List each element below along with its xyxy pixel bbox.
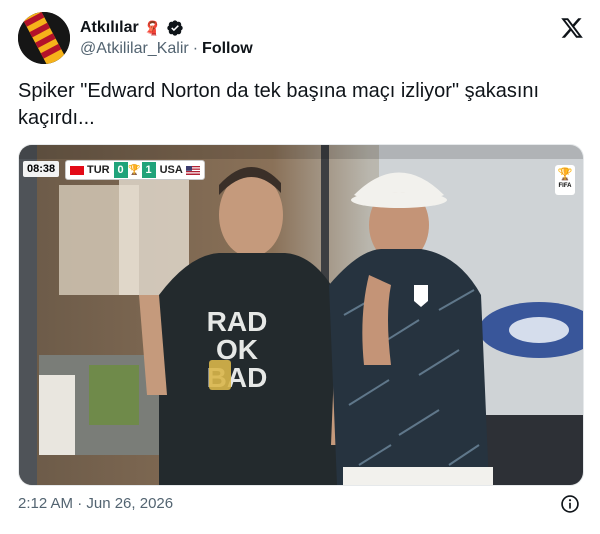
scarf-emoji: 🧣 (143, 19, 162, 36)
match-clock: 08:38 (23, 161, 60, 177)
scoreboard: TUR 0 🏆 1 USA (65, 160, 205, 180)
author-name-row[interactable]: Atkılılar 🧣 (80, 18, 184, 38)
verified-badge-icon (167, 20, 183, 36)
tweet-text: Spiker "Edward Norton da tek başına maçı… (18, 80, 540, 129)
broadcaster-badge-label: FIFA (558, 183, 572, 189)
away-team-code: USA (159, 164, 183, 176)
away-team: USA (156, 164, 204, 176)
tweet-timestamp[interactable]: 2:12 AM · Jun 26, 2026 (18, 495, 173, 512)
separator-dot: · (192, 40, 199, 57)
shirt-print-line1: RAD (207, 306, 268, 337)
follow-button[interactable]: Follow (202, 40, 253, 58)
author-handle[interactable]: @Atkililar_Kalir (80, 40, 189, 58)
home-team-code: TUR (87, 164, 110, 176)
turkey-flag-icon (70, 165, 84, 175)
x-logo-icon[interactable] (560, 16, 584, 40)
author-display-name[interactable]: Atkılılar (80, 19, 139, 37)
home-score: 0 (113, 162, 128, 178)
scarf-avatar-image (18, 12, 70, 64)
info-icon[interactable] (560, 494, 580, 514)
trophy-icon: 🏆 (128, 164, 141, 176)
author-avatar[interactable] (18, 12, 70, 64)
broadcaster-badge: 🏆 FIFA (555, 165, 575, 195)
home-team: TUR (66, 164, 114, 176)
stadium-box-scene: RAD OK BAD (19, 145, 583, 485)
usa-flag-icon (185, 165, 200, 175)
tweet-media-video[interactable]: RAD OK BAD 08:38 TUR 0 🏆 1 USA 🏆 FIFA (18, 144, 584, 486)
trophy-badge-icon: 🏆 (557, 167, 573, 181)
author-handle-row: @Atkililar_Kalir · Follow (80, 40, 253, 58)
away-score: 1 (141, 162, 156, 178)
